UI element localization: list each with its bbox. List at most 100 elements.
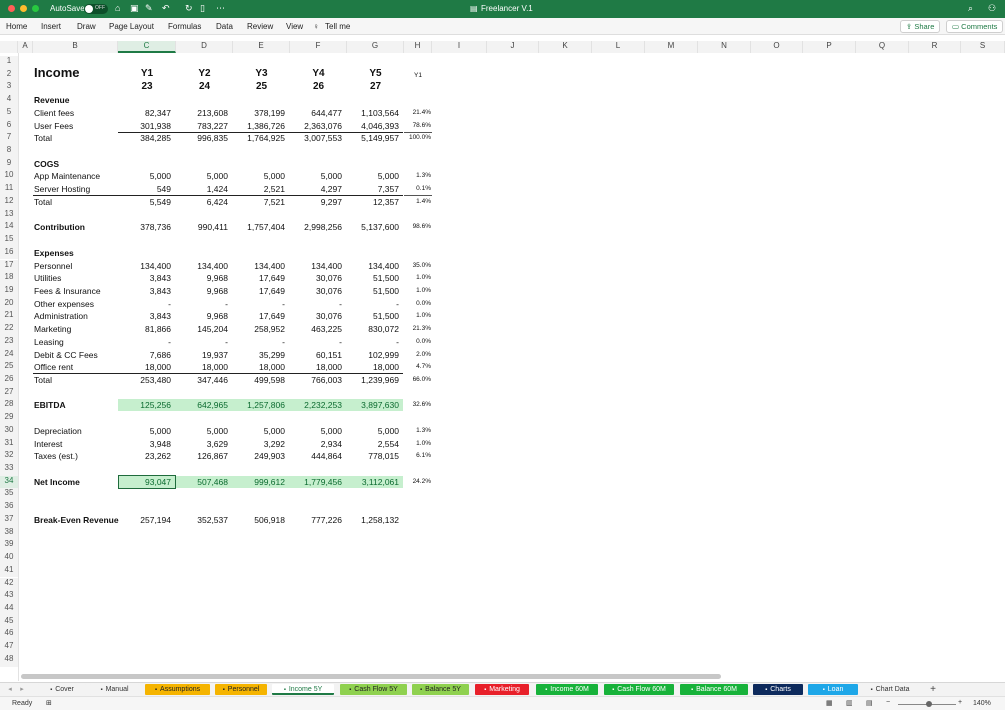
value-cell[interactable]: 1,764,925 [233,132,285,144]
autosave-toggle[interactable]: OFF [84,4,108,14]
value-cell[interactable]: 9,968 [176,272,228,284]
value-cell[interactable]: - [290,336,342,348]
row-header-28[interactable]: 28 [0,399,18,413]
tab-loan[interactable]: ▪ Loan [808,684,858,695]
row-label[interactable]: EBITDA [34,399,66,411]
row-header-13[interactable]: 13 [0,208,18,222]
value-cell[interactable]: 3,948 [118,438,171,450]
value-cell[interactable]: 999,612 [233,476,285,488]
pct-cell[interactable]: 0.0% [404,336,431,348]
pct-cell[interactable]: 78.6% [404,120,431,132]
row-label[interactable]: Other expenses [34,298,94,310]
tab-balance-5y[interactable]: ▪ Balance 5Y [412,684,469,695]
new-document-icon[interactable]: ▯ [200,3,205,14]
row-header-16[interactable]: 16 [0,246,18,260]
value-cell[interactable]: 642,965 [176,399,228,411]
zoom-slider-thumb[interactable] [926,701,932,707]
page-layout-view-icon[interactable]: ▥ [846,699,853,707]
column-header-k[interactable]: K [539,41,592,53]
value-cell[interactable]: 5,137,600 [347,221,399,233]
column-header-s[interactable]: S [961,41,1005,53]
tab-balance-60m[interactable]: ▪ Balance 60M [680,684,748,695]
row-header-24[interactable]: 24 [0,348,18,362]
year-value[interactable]: 27 [347,81,404,93]
value-cell[interactable]: 35,299 [233,349,285,361]
tab-scroll-left-icon[interactable]: ◂ [4,684,16,695]
pct-cell[interactable]: 1.0% [404,310,431,322]
column-header-p[interactable]: P [803,41,856,53]
column-header-m[interactable]: M [645,41,698,53]
column-header-i[interactable]: I [432,41,487,53]
value-cell[interactable]: 134,400 [233,260,285,272]
value-cell[interactable]: 1,103,564 [347,107,399,119]
value-cell[interactable]: 3,007,553 [290,132,342,144]
row-label[interactable]: Depreciation [34,425,82,437]
value-cell[interactable]: - [118,336,171,348]
value-cell[interactable]: 7,521 [233,196,285,208]
value-cell[interactable]: 347,446 [176,374,228,386]
value-cell[interactable]: 2,363,076 [290,120,342,132]
value-cell[interactable]: 5,000 [290,425,342,437]
row-label[interactable]: Office rent [34,361,73,373]
value-cell[interactable]: 145,204 [176,323,228,335]
row-header-30[interactable]: 30 [0,424,18,438]
minimize-window-button[interactable] [20,5,27,12]
pct-cell[interactable]: 1.3% [404,425,431,437]
row-header-27[interactable]: 27 [0,386,18,400]
pct-cell[interactable]: 21.3% [404,323,431,335]
value-cell[interactable]: 3,629 [176,438,228,450]
sheet-title[interactable]: Income [34,66,80,79]
value-cell[interactable]: 3,843 [118,310,171,322]
row-header-2[interactable]: 2 [0,68,18,82]
value-cell[interactable]: 7,357 [347,183,399,195]
row-label[interactable]: Break-Even Revenue [34,514,119,526]
save-icon[interactable]: ▣ [130,3,139,14]
value-cell[interactable]: 1,386,726 [233,120,285,132]
column-header-b[interactable]: B [33,41,118,53]
row-header-26[interactable]: 26 [0,374,18,387]
row-header-37[interactable]: 37 [0,513,18,527]
value-cell[interactable]: 134,400 [347,260,399,272]
row-header-33[interactable]: 33 [0,463,18,476]
tab-chart-data[interactable]: ▪ Chart Data [862,684,918,695]
value-cell[interactable]: 499,598 [233,374,285,386]
menu-view[interactable]: View [286,22,303,31]
row-header-21[interactable]: 21 [0,310,18,324]
row-label[interactable]: Fees & Insurance [34,285,101,297]
value-cell[interactable]: 126,867 [176,450,228,462]
value-cell[interactable]: 134,400 [118,260,171,272]
row-header-43[interactable]: 43 [0,590,18,603]
value-cell[interactable]: 19,937 [176,349,228,361]
value-cell[interactable]: 2,232,253 [290,399,342,411]
row-header-34[interactable]: 34 [0,475,18,489]
value-cell[interactable]: 9,968 [176,285,228,297]
year-value[interactable]: 26 [290,81,347,93]
value-cell[interactable]: 5,549 [118,196,171,208]
value-cell[interactable]: 778,015 [347,450,399,462]
pct-cell[interactable]: 1.0% [404,438,431,450]
value-cell[interactable]: 93,047 [118,476,171,488]
value-cell[interactable]: 644,477 [290,107,342,119]
pct-cell[interactable]: 24.2% [404,476,431,488]
search-icon[interactable]: ⌕ [968,3,973,14]
pct-cell[interactable]: 0.0% [404,298,431,310]
pct-cell[interactable]: 1.4% [404,196,431,208]
value-cell[interactable]: 30,076 [290,285,342,297]
column-header-e[interactable]: E [233,41,290,53]
row-header-31[interactable]: 31 [0,437,18,451]
row-label[interactable]: Marketing [34,323,71,335]
row-header-25[interactable]: 25 [0,361,18,374]
value-cell[interactable]: 12,357 [347,196,399,208]
tab-cover[interactable]: ▪ Cover [38,684,86,695]
value-cell[interactable]: 5,000 [118,425,171,437]
row-label[interactable]: Total [34,196,52,208]
pct-cell[interactable]: 21.4% [404,107,431,119]
value-cell[interactable]: 378,199 [233,107,285,119]
value-cell[interactable]: 17,649 [233,310,285,322]
row-label[interactable]: Interest [34,438,62,450]
value-cell[interactable]: 352,537 [176,514,228,526]
row-label[interactable]: COGS [34,158,59,170]
row-header-12[interactable]: 12 [0,195,18,209]
value-cell[interactable]: - [176,298,228,310]
year-label[interactable]: Y5 [347,68,404,80]
